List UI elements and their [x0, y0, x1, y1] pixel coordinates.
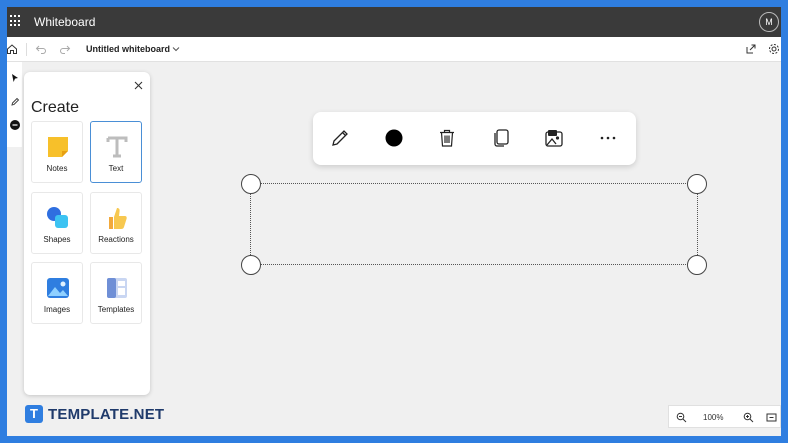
tile-label: Text — [108, 164, 124, 173]
top-toolbar: Untitled whiteboard — [7, 37, 781, 62]
shapes-icon — [45, 205, 71, 231]
redo-icon[interactable] — [58, 42, 72, 56]
sticky-note-icon — [45, 134, 71, 160]
copy-icon[interactable] — [489, 126, 513, 150]
app-window: Whiteboard M Untitled whiteboard Create … — [7, 7, 781, 436]
resize-handle-bottom-right[interactable] — [687, 255, 707, 275]
tile-label: Images — [43, 305, 71, 314]
brand-logo: T TEMPLATE.NET — [25, 405, 164, 423]
undo-icon[interactable] — [34, 42, 48, 56]
avatar[interactable]: M — [759, 12, 779, 32]
fit-to-screen-icon[interactable] — [764, 410, 778, 424]
tile-label: Reactions — [98, 235, 134, 244]
brand-mark-icon: T — [25, 405, 43, 423]
image-edit-icon[interactable] — [542, 126, 566, 150]
templates-icon — [104, 275, 130, 301]
tile-text[interactable]: Text — [90, 121, 142, 183]
add-icon[interactable] — [7, 114, 22, 136]
tile-label: Shapes — [43, 235, 71, 244]
brand-text: TEMPLATE.NET — [48, 405, 165, 423]
close-icon[interactable] — [132, 79, 144, 91]
app-title: Whiteboard — [34, 15, 96, 29]
settings-gear-icon[interactable] — [767, 42, 781, 56]
resize-handle-top-left[interactable] — [241, 174, 261, 194]
tile-images[interactable]: Images — [31, 262, 83, 324]
tile-shapes[interactable]: Shapes — [31, 192, 83, 254]
tile-label: Notes — [46, 164, 68, 173]
title-bar: Whiteboard M — [7, 7, 781, 37]
tile-notes[interactable]: Notes — [31, 121, 83, 183]
more-icon[interactable] — [596, 126, 620, 150]
text-icon — [104, 134, 130, 160]
tool-rail — [7, 62, 22, 147]
resize-handle-top-right[interactable] — [687, 174, 707, 194]
tile-reactions[interactable]: Reactions — [90, 192, 142, 254]
app-launcher-icon[interactable] — [10, 15, 22, 27]
chevron-down-icon[interactable] — [169, 42, 183, 56]
thumbs-up-icon — [104, 205, 130, 231]
zoom-out-icon[interactable] — [674, 410, 688, 424]
pen-tool-icon[interactable] — [7, 91, 22, 113]
zoom-controls: 100% — [668, 405, 781, 428]
image-icon — [45, 275, 71, 301]
pen-icon[interactable] — [328, 126, 352, 150]
zoom-level[interactable]: 100% — [703, 413, 723, 422]
color-fill-icon[interactable] — [382, 126, 406, 150]
whiteboard-name[interactable]: Untitled whiteboard — [86, 44, 170, 54]
share-icon[interactable] — [744, 42, 758, 56]
tile-label: Templates — [97, 305, 135, 314]
home-icon[interactable] — [7, 42, 19, 56]
resize-handle-bottom-left[interactable] — [241, 255, 261, 275]
panel-title: Create — [31, 99, 80, 116]
zoom-in-icon[interactable] — [741, 410, 755, 424]
toolbar-divider — [26, 43, 27, 56]
selected-text-box[interactable] — [250, 183, 698, 265]
tile-templates[interactable]: Templates — [90, 262, 142, 324]
select-pointer-icon[interactable] — [7, 67, 22, 89]
delete-icon[interactable] — [435, 126, 459, 150]
context-toolbar — [313, 112, 636, 165]
create-panel: Create Notes Text Shapes Reactions Image… — [24, 72, 150, 395]
